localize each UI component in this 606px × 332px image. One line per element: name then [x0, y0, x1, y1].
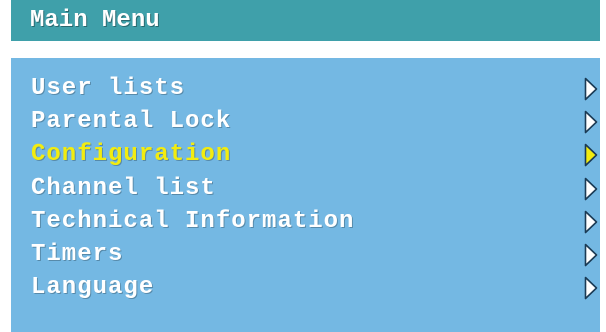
chevron-right-icon — [584, 77, 598, 101]
menu-item-label: Channel list — [31, 175, 216, 202]
menu-title-bar: Main Menu — [11, 0, 600, 41]
chevron-right-icon — [584, 243, 598, 267]
chevron-right-icon — [584, 177, 598, 201]
menu-item-label: Language — [31, 274, 155, 301]
menu-item-technical-information[interactable]: Technical Information — [11, 206, 600, 239]
menu-item-label: User lists — [31, 75, 186, 102]
page-title: Main Menu — [30, 7, 160, 34]
chevron-right-icon — [584, 110, 598, 134]
menu-item-channel-list[interactable]: Channel list — [11, 173, 600, 206]
menu-item-timers[interactable]: Timers — [11, 239, 600, 272]
chevron-right-icon — [584, 210, 598, 234]
menu-item-label: Timers — [31, 241, 124, 268]
main-menu-list: User lists Parental Lock Configuration C… — [11, 58, 600, 332]
menu-item-label: Technical Information — [31, 208, 355, 235]
menu-item-user-lists[interactable]: User lists — [11, 73, 600, 106]
menu-item-language[interactable]: Language — [11, 272, 600, 305]
menu-item-label: Parental Lock — [31, 108, 232, 135]
menu-item-label: Configuration — [31, 141, 232, 168]
chevron-right-icon — [584, 276, 598, 300]
chevron-right-icon — [584, 143, 598, 167]
menu-item-configuration[interactable]: Configuration — [11, 139, 600, 172]
menu-item-parental-lock[interactable]: Parental Lock — [11, 106, 600, 139]
